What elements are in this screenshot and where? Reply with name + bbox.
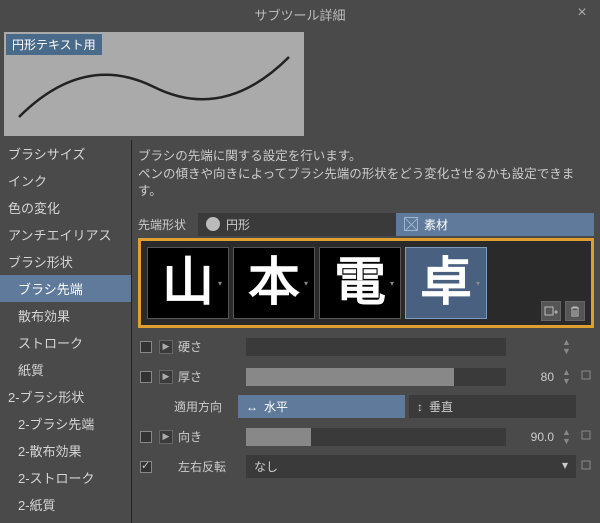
circle-icon xyxy=(206,217,220,231)
sidebar-item-13[interactable]: 2-紙質 xyxy=(0,491,131,518)
flip-label: 左右反転 xyxy=(178,458,242,475)
thickness-checkbox[interactable] xyxy=(140,371,152,383)
material-tile-2[interactable]: 電▾ xyxy=(319,247,401,319)
material-tiles: 山▾本▾電▾卓▾ xyxy=(147,247,585,319)
hardness-checkbox[interactable] xyxy=(140,341,152,353)
tile-char: 卓 xyxy=(420,257,472,309)
description-text: ブラシの先端に関する設定を行います。 ペンの傾きや向きによってブラシ先端の形状を… xyxy=(138,144,594,205)
add-material-button[interactable] xyxy=(541,301,561,321)
sidebar-item-5[interactable]: ブラシ先端 xyxy=(0,275,131,302)
tile-char: 電 xyxy=(334,257,386,309)
circle-label: 円形 xyxy=(226,216,250,233)
hardness-slider[interactable] xyxy=(246,338,506,356)
flip-value: なし xyxy=(254,458,278,475)
tip-shape-circle[interactable]: 円形 xyxy=(198,213,396,236)
flip-link-icon[interactable] xyxy=(580,459,594,474)
material-tile-1[interactable]: 本▾ xyxy=(233,247,315,319)
thickness-label: 厚さ xyxy=(178,368,242,385)
direction-value: 90.0 xyxy=(510,430,558,444)
tile-dropdown-icon[interactable]: ▾ xyxy=(304,279,312,287)
sidebar-item-10[interactable]: 2-ブラシ先端 xyxy=(0,410,131,437)
tile-dropdown-icon[interactable]: ▾ xyxy=(218,279,226,287)
preview-stroke xyxy=(4,32,304,136)
thickness-slider[interactable] xyxy=(246,368,506,386)
thickness-spinner[interactable]: ▲▼ xyxy=(562,368,576,386)
thickness-value: 80 xyxy=(510,370,558,384)
thickness-expand[interactable]: ▶ xyxy=(159,370,173,384)
tile-char: 本 xyxy=(248,257,300,309)
category-sidebar: ブラシサイズインク色の変化アンチエイリアスブラシ形状ブラシ先端散布効果ストローク… xyxy=(0,140,131,523)
tip-shape-row: 先端形状 円形 素材 xyxy=(138,213,594,236)
hardness-spinner[interactable]: ▲▼ xyxy=(562,338,576,356)
tile-dropdown-icon[interactable]: ▾ xyxy=(476,279,484,287)
direction-link-icon[interactable] xyxy=(580,429,594,444)
tip-shape-material[interactable]: 素材 xyxy=(396,213,594,236)
tile-char: 山 xyxy=(162,257,214,309)
sidebar-item-4[interactable]: ブラシ形状 xyxy=(0,248,131,275)
tile-dropdown-icon[interactable]: ▾ xyxy=(390,279,398,287)
hardness-row: ▶ 硬さ ▲▼ xyxy=(138,332,594,362)
sidebar-item-3[interactable]: アンチエイリアス xyxy=(0,221,131,248)
hardness-label: 硬さ xyxy=(178,338,242,355)
sidebar-item-7[interactable]: ストローク xyxy=(0,329,131,356)
apply-dir-label: 適用方向 xyxy=(174,398,234,415)
hardness-expand[interactable]: ▶ xyxy=(159,340,173,354)
horizontal-icon: ↔ xyxy=(246,400,258,414)
flip-checkbox[interactable] xyxy=(140,461,152,473)
chevron-down-icon: ▾ xyxy=(562,458,568,475)
content-panel: ブラシの先端に関する設定を行います。 ペンの傾きや向きによってブラシ先端の形状を… xyxy=(131,140,600,523)
sidebar-item-11[interactable]: 2-散布効果 xyxy=(0,437,131,464)
material-picker: 山▾本▾電▾卓▾ xyxy=(138,238,594,328)
preview-box[interactable]: 円形テキスト用 xyxy=(4,32,304,136)
direction-checkbox[interactable] xyxy=(140,431,152,443)
sidebar-item-12[interactable]: 2-ストローク xyxy=(0,464,131,491)
trash-icon xyxy=(568,304,582,318)
sidebar-item-0[interactable]: ブラシサイズ xyxy=(0,140,131,167)
window-title: サブツール詳細 xyxy=(254,5,345,24)
material-label: 素材 xyxy=(424,216,448,233)
material-icon xyxy=(404,217,418,231)
flip-select[interactable]: なし ▾ xyxy=(246,455,576,478)
apply-direction-row: 適用方向 ↔ 水平 ↕ 垂直 xyxy=(138,392,594,422)
sidebar-item-9[interactable]: 2-ブラシ形状 xyxy=(0,383,131,410)
sidebar-item-1[interactable]: インク xyxy=(0,167,131,194)
direction-row: ▶ 向き 90.0 ▲▼ xyxy=(138,422,594,452)
vertical-icon: ↕ xyxy=(417,400,423,414)
material-tile-0[interactable]: 山▾ xyxy=(147,247,229,319)
apply-dir-vertical[interactable]: ↕ 垂直 xyxy=(409,395,576,418)
apply-dir-horizontal[interactable]: ↔ 水平 xyxy=(238,395,405,418)
delete-material-button[interactable] xyxy=(565,301,585,321)
direction-slider[interactable] xyxy=(246,428,506,446)
title-bar: サブツール詳細 × xyxy=(0,0,600,28)
thickness-row: ▶ 厚さ 80 ▲▼ xyxy=(138,362,594,392)
direction-spinner[interactable]: ▲▼ xyxy=(562,428,576,446)
sidebar-item-8[interactable]: 紙質 xyxy=(0,356,131,383)
tip-shape-label: 先端形状 xyxy=(138,216,198,233)
add-icon xyxy=(544,304,558,318)
sidebar-item-6[interactable]: 散布効果 xyxy=(0,302,131,329)
thickness-link-icon[interactable] xyxy=(580,369,594,384)
flip-row: 左右反転 なし ▾ xyxy=(138,452,594,482)
vertical-label: 垂直 xyxy=(429,398,453,415)
preview-area: 円形テキスト用 xyxy=(0,28,600,140)
sidebar-item-14[interactable]: 水彩境界 xyxy=(0,518,131,523)
horizontal-label: 水平 xyxy=(264,398,288,415)
sidebar-item-2[interactable]: 色の変化 xyxy=(0,194,131,221)
direction-label: 向き xyxy=(178,428,242,445)
close-icon[interactable]: × xyxy=(572,4,592,24)
direction-expand[interactable]: ▶ xyxy=(159,430,173,444)
material-tile-3[interactable]: 卓▾ xyxy=(405,247,487,319)
